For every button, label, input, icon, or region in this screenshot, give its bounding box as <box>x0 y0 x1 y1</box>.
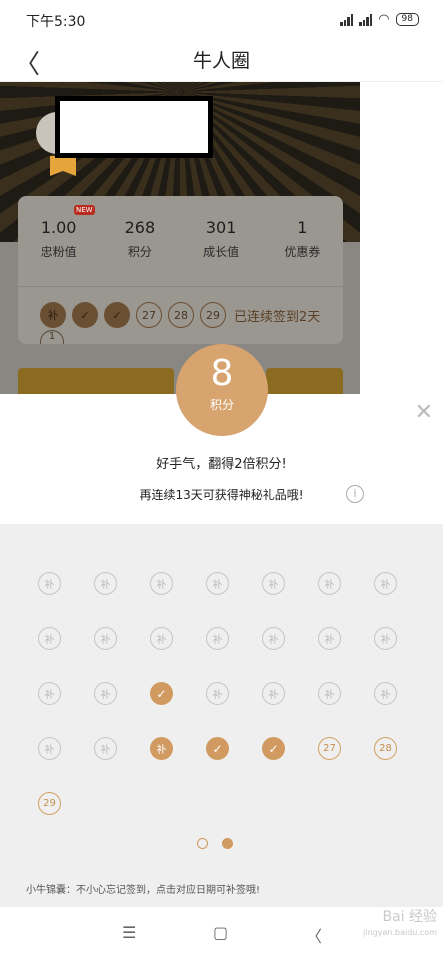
mini-day: 29 <box>200 302 226 328</box>
stats-row: 1.00 忠粉值 NEW 268 积分 301 成长值 1 优惠券 <box>18 205 343 260</box>
stat-value: 1.00 <box>40 218 77 237</box>
stat-label: 优惠券 <box>284 245 321 259</box>
calendar-day[interactable]: 补 <box>150 737 173 760</box>
watermark-text: Bai 经验 <box>382 909 437 925</box>
stat-value: 1 <box>297 218 308 237</box>
calendar-day[interactable]: 补 <box>150 572 173 595</box>
menu-icon[interactable]: ☰ <box>122 923 136 942</box>
points-value: 8 <box>210 353 234 394</box>
points-badge: 8 积分 <box>176 344 268 436</box>
calendar-day[interactable]: 补 <box>38 627 61 650</box>
close-icon[interactable]: ✕ <box>415 400 433 425</box>
stat-value: 268 <box>124 218 156 237</box>
page-dot-active[interactable] <box>222 838 233 849</box>
stat-growth[interactable]: 301 成长值 <box>181 218 262 260</box>
watermark-sub: jingyan.baidu.com <box>363 928 437 937</box>
stat-label: 积分 <box>127 245 152 259</box>
stat-label: 成长值 <box>203 245 240 259</box>
mini-day-check-icon: ✓ <box>104 302 130 328</box>
calendar-day[interactable]: 28 <box>374 737 397 760</box>
watermark: Bai 经验 jingyan.baidu.com <box>363 910 437 940</box>
calendar-day[interactable]: 补 <box>318 682 341 705</box>
mini-day: 27 <box>136 302 162 328</box>
calendar-day[interactable]: 补 <box>38 682 61 705</box>
divider <box>18 286 343 287</box>
calendar-day[interactable]: 补 <box>94 572 117 595</box>
calendar-day[interactable]: 补 <box>374 627 397 650</box>
calendar-day[interactable]: 补 <box>94 627 117 650</box>
calendar-day[interactable]: 补 <box>94 682 117 705</box>
stat-value: 301 <box>205 218 237 237</box>
status-bar: 下午5:30 ◠ 98 <box>0 0 443 40</box>
calendar-day-check-icon[interactable]: ✓ <box>262 737 285 760</box>
calendar-day[interactable]: 补 <box>262 572 285 595</box>
calendar-day[interactable]: 补 <box>206 682 229 705</box>
calendar-day[interactable]: 补 <box>374 572 397 595</box>
stat-label: 忠粉值 <box>40 245 77 259</box>
page-dot[interactable] <box>197 838 208 849</box>
page-title: 牛人圈 <box>192 50 250 72</box>
calendar-day[interactable]: 补 <box>206 572 229 595</box>
points-unit: 积分 <box>209 398 234 412</box>
mini-day: 1 <box>40 330 64 344</box>
status-time: 下午5:30 <box>26 14 86 30</box>
mini-streak-text: 已连续签到2天 <box>234 309 321 325</box>
calendar-grid: 补补补补补补补补补补补补补补补补 ✓ 补补补补补补补 ✓ ✓ 27 28 29 <box>0 524 443 907</box>
info-icon[interactable]: i <box>346 485 364 503</box>
wifi-icon: ◠ <box>378 12 390 27</box>
calendar-day[interactable]: 补 <box>150 627 173 650</box>
battery-icon: 98 <box>395 13 419 26</box>
mini-day: 28 <box>168 302 194 328</box>
mini-day-check-icon: ✓ <box>72 302 98 328</box>
new-badge: NEW <box>74 205 95 215</box>
signal-icon <box>340 13 354 26</box>
profile-stats-card: 1.00 忠粉值 NEW 268 积分 301 成长值 1 优惠券 补 ✓ ✓ … <box>18 196 343 344</box>
home-icon[interactable]: ▢ <box>213 923 228 942</box>
back-nav-icon[interactable]: 〈 <box>306 923 322 947</box>
tip-text: 小牛锦囊：不小心忘记签到，点击对应日期可补签哦! <box>26 885 261 896</box>
calendar-day[interactable]: 补 <box>262 682 285 705</box>
stat-fan-value[interactable]: 1.00 忠粉值 NEW <box>18 205 99 260</box>
mini-checkin-row: 补 ✓ ✓ 27 28 29 已连续签到2天 <box>40 302 320 328</box>
stat-coupons[interactable]: 1 优惠券 <box>262 218 343 260</box>
calendar-day[interactable]: 补 <box>318 627 341 650</box>
calendar-day-check-icon[interactable]: ✓ <box>150 682 173 705</box>
page-indicator <box>197 838 233 849</box>
calendar-day-check-icon[interactable]: ✓ <box>206 737 229 760</box>
calendar-day[interactable]: 29 <box>38 792 61 815</box>
calendar-day[interactable]: 补 <box>94 737 117 760</box>
calendar-day[interactable]: 补 <box>262 627 285 650</box>
nav-bar: 〈 牛人圈 <box>0 40 443 82</box>
status-icons: ◠ 98 <box>340 12 419 27</box>
calendar-day[interactable]: 补 <box>318 572 341 595</box>
redacted-username <box>55 96 213 158</box>
streak-hint: 再连续13天可获得神秘礼品哦! <box>139 488 304 502</box>
calendar-day[interactable]: 补 <box>38 737 61 760</box>
calendar-day[interactable]: 27 <box>318 737 341 760</box>
signal-hd-icon <box>359 13 373 26</box>
stat-points[interactable]: 268 积分 <box>99 218 180 260</box>
calendar-day[interactable]: 补 <box>38 572 61 595</box>
reward-message: 好手气，翻得2倍积分! <box>156 457 287 472</box>
calendar-day[interactable]: 补 <box>206 627 229 650</box>
calendar-day[interactable]: 补 <box>374 682 397 705</box>
mini-day-makeup: 补 <box>40 302 66 328</box>
